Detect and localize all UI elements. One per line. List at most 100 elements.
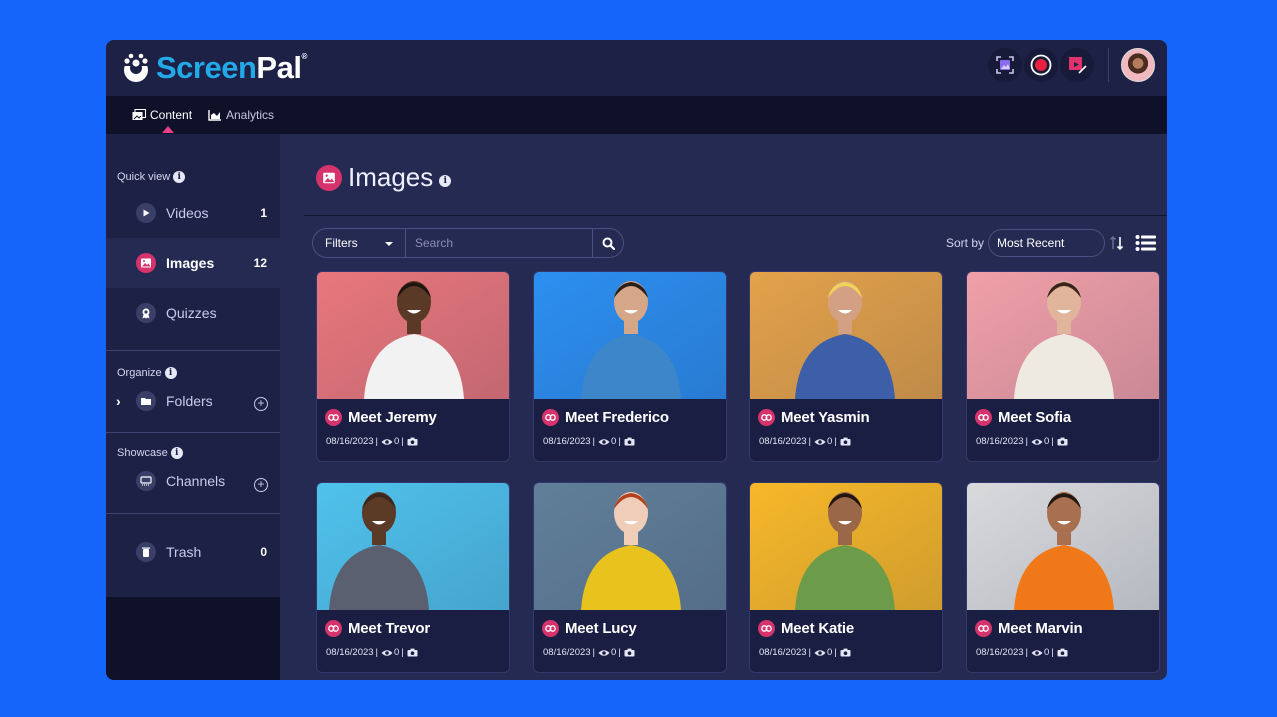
quick-view-heading: Quick view i (117, 171, 186, 183)
link-icon[interactable] (758, 620, 775, 637)
card-name[interactable]: Meet Frederico (565, 409, 669, 426)
sidebar-item-label: Quizzes (166, 305, 217, 321)
meta-separator: | (834, 436, 837, 447)
add-channel-button[interactable]: + (254, 478, 268, 492)
image-card[interactable]: Meet Yasmin 08/16/2023 | 0 | (749, 271, 943, 462)
screenpal-logo[interactable]: ScreenPal® (120, 50, 307, 86)
search-button[interactable] (593, 229, 623, 257)
card-date: 08/16/2023 (326, 436, 374, 447)
card-meta: 08/16/2023 | 0 | (976, 436, 1069, 447)
image-card[interactable]: Meet Marvin 08/16/2023 | 0 | (966, 482, 1160, 673)
list-view-icon[interactable] (1135, 234, 1157, 252)
view-count: 0 (1044, 647, 1050, 658)
link-icon[interactable] (758, 409, 775, 426)
image-card[interactable]: Meet Jeremy 08/16/2023 | 0 | (316, 271, 510, 462)
user-avatar[interactable] (1121, 48, 1155, 82)
images-count: 12 (253, 256, 267, 270)
header-divider (1108, 48, 1109, 82)
search-input[interactable] (406, 229, 593, 257)
tab-content[interactable]: Content (132, 108, 192, 122)
image-thumbnail[interactable] (317, 272, 509, 399)
meta-separator: | (808, 436, 812, 447)
eye-icon (1031, 438, 1043, 445)
card-meta: 08/16/2023 | 0 | (976, 647, 1069, 658)
image-thumbnail[interactable] (317, 483, 509, 610)
sidebar-item-label: Videos (166, 205, 209, 221)
main-nav: Content Analytics (106, 96, 1167, 134)
sidebar-item-images[interactable]: Images 12 (106, 238, 280, 288)
sidebar-item-quizzes[interactable]: Quizzes (106, 288, 280, 338)
app-window: ScreenPal® Content Analytics Quick view … (106, 40, 1167, 680)
camera-icon (624, 437, 635, 446)
card-name[interactable]: Meet Katie (781, 620, 854, 637)
image-thumbnail[interactable] (750, 483, 942, 610)
sort-direction-icon[interactable] (1109, 234, 1125, 252)
sort-dropdown[interactable]: Most Recent (988, 229, 1105, 257)
image-card[interactable]: Meet Trevor 08/16/2023 | 0 | (316, 482, 510, 673)
info-icon[interactable]: i (439, 174, 452, 187)
card-name[interactable]: Meet Yasmin (781, 409, 870, 426)
tab-content-label: Content (150, 108, 193, 122)
sort-value: Most Recent (997, 236, 1065, 250)
sidebar-item-label: Channels (166, 473, 226, 489)
image-card[interactable]: Meet Sofia 08/16/2023 | 0 | (966, 271, 1160, 462)
tab-analytics[interactable]: Analytics (208, 108, 274, 122)
sidebar-divider (106, 513, 280, 514)
link-icon[interactable] (975, 409, 992, 426)
sidebar-divider (106, 350, 280, 351)
top-header: ScreenPal® (106, 40, 1167, 96)
registered-mark: ® (301, 52, 307, 61)
image-thumbnail[interactable] (967, 483, 1159, 610)
card-date: 08/16/2023 (759, 647, 807, 658)
title-divider (304, 215, 1167, 216)
camera-icon (624, 648, 635, 657)
channel-icon (136, 471, 156, 491)
sidebar-item-videos[interactable]: Videos 1 (106, 188, 280, 238)
card-date: 08/16/2023 (543, 647, 591, 658)
info-icon[interactable]: i (173, 171, 186, 183)
image-card[interactable]: Meet Katie 08/16/2023 | 0 | (749, 482, 943, 673)
chevron-right-icon[interactable]: › (116, 393, 121, 409)
image-card[interactable]: Meet Frederico 08/16/2023 | 0 | (533, 271, 727, 462)
card-name[interactable]: Meet Sofia (998, 409, 1071, 426)
image-thumbnail[interactable] (534, 483, 726, 610)
screenshot-button[interactable] (988, 48, 1022, 82)
image-thumbnail[interactable] (750, 272, 942, 399)
sidebar-item-trash[interactable]: Trash 0 (106, 527, 280, 577)
play-icon (136, 203, 156, 223)
card-meta: 08/16/2023 | 0 | (759, 647, 852, 658)
sidebar-item-channels[interactable]: Channels + (106, 456, 280, 506)
meta-separator: | (592, 647, 596, 658)
link-icon[interactable] (542, 409, 559, 426)
brand-name: ScreenPal® (156, 50, 307, 86)
image-card[interactable]: Meet Lucy 08/16/2023 | 0 | (533, 482, 727, 673)
trash-count: 0 (260, 545, 267, 559)
video-editor-button[interactable] (1060, 48, 1094, 82)
filters-dropdown[interactable]: Filters (313, 229, 406, 257)
add-folder-button[interactable]: + (254, 397, 268, 411)
eye-icon (598, 438, 610, 445)
link-icon[interactable] (542, 620, 559, 637)
sidebar-item-label: Trash (166, 544, 202, 560)
link-icon[interactable] (975, 620, 992, 637)
image-thumbnail[interactable] (967, 272, 1159, 399)
card-date: 08/16/2023 (976, 436, 1024, 447)
card-title: Meet Sofia (975, 409, 1071, 426)
record-button[interactable] (1024, 48, 1058, 82)
eye-icon (814, 649, 826, 656)
meta-separator: | (401, 436, 404, 447)
sidebar-item-folders[interactable]: › Folders + (106, 376, 280, 426)
card-name[interactable]: Meet Jeremy (348, 409, 437, 426)
sort-controls: Sort by Most Recent (946, 228, 1157, 258)
brand-pal: Pal (256, 50, 302, 85)
card-name[interactable]: Meet Marvin (998, 620, 1083, 637)
card-name[interactable]: Meet Lucy (565, 620, 637, 637)
image-icon (316, 164, 342, 191)
card-title: Meet Lucy (542, 620, 637, 637)
sidebar-item-label: Folders (166, 393, 213, 409)
meta-separator: | (618, 647, 621, 658)
link-icon[interactable] (325, 409, 342, 426)
card-name[interactable]: Meet Trevor (348, 620, 430, 637)
link-icon[interactable] (325, 620, 342, 637)
image-thumbnail[interactable] (534, 272, 726, 399)
